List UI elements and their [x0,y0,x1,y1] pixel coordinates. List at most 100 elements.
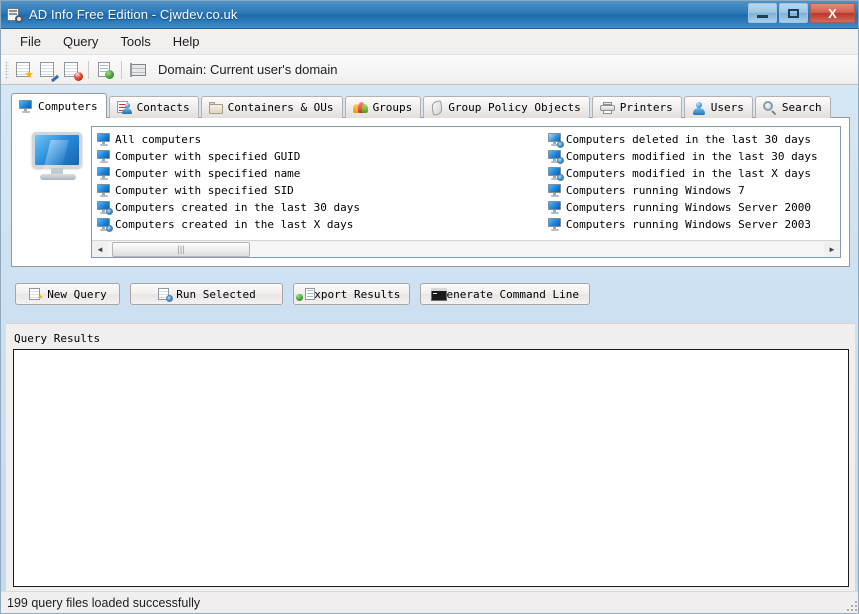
run-selected-button-label: Run Selected [176,287,256,301]
list-item-label: Computers modified in the last 30 days [565,150,818,163]
new-query-icon: ★ [15,61,34,80]
list-item[interactable]: All computers [95,131,546,148]
toolbar-delete-query-button[interactable] [60,58,84,82]
maximize-icon [788,8,799,18]
monitor-icon [97,167,111,180]
scrollbar-grip: ||| [177,244,185,254]
user-icon [692,101,706,115]
edit-query-icon [39,61,60,82]
list-item[interactable]: Computers modified in the last X days [546,165,840,182]
tab-search-label: Search [781,101,822,114]
tab-strip: Computers Contacts Containers & OUs Grou… [11,93,850,118]
tab-search[interactable]: Search [754,96,831,118]
maximize-button[interactable] [779,3,808,23]
resize-grip[interactable] [843,597,857,611]
list-item[interactable]: Computers running Windows Server 2003 [546,216,840,233]
tab-groups-label: Groups [372,101,413,114]
tab-contacts[interactable]: Contacts [108,96,199,118]
monitor-icon [547,218,562,231]
query-results-group: Query Results [6,323,855,595]
delete-query-icon [63,61,83,81]
list-item[interactable]: Computers running Windows 7 [546,182,840,199]
toolbar-export-button[interactable] [93,58,117,82]
tab-host: Computers Contacts Containers & OUs Grou… [11,93,850,267]
monitor-icon [97,184,111,197]
new-query-icon: ★ [28,287,43,302]
title-bar[interactable]: AD Info Free Edition - Cjwdev.co.uk X [1,1,858,29]
query-list-box[interactable]: All computers Computer with specified GU… [91,126,841,258]
contact-card-icon [116,101,132,114]
horizontal-scrollbar[interactable]: ◄ ||| ► [92,240,840,257]
list-item[interactable]: Computers created in the last 30 days [95,199,546,216]
monitor-badge-icon [547,167,564,181]
menu-item-tools[interactable]: Tools [109,31,161,52]
list-item[interactable]: Computers running Windows Server 2000 [546,199,840,216]
tab-group-policy-objects-label: Group Policy Objects [448,101,581,114]
generate-command-line-button[interactable]: Generate Command Line [420,283,590,305]
scroll-right-arrow[interactable]: ► [824,241,840,257]
export-results-button[interactable]: Export Results [293,283,410,305]
menu-item-query[interactable]: Query [52,31,109,52]
window-title: AD Info Free Edition - Cjwdev.co.uk [29,7,238,22]
monitor-badge-icon [547,150,564,164]
toolbar-edit-query-button[interactable] [36,58,60,82]
minimize-button[interactable] [748,3,777,23]
scroll-icon [431,99,444,116]
run-query-icon [157,287,174,302]
query-list-column-2: Computers deleted in the last 30 days Co… [546,131,840,233]
status-text: 199 query files loaded successfully [7,595,201,610]
list-item-label: Computer with specified SID [115,184,294,197]
groups-icon [352,101,368,114]
toolbar-separator [88,60,89,79]
list-item[interactable]: Computer with specified GUID [95,148,546,165]
tab-computers-label: Computers [38,99,98,113]
scroll-left-arrow[interactable]: ◄ [92,241,108,257]
list-item-label: Computers modified in the last X days [565,167,811,180]
export-results-icon [96,61,114,79]
list-item[interactable]: Computer with specified name [95,165,546,182]
menu-item-help[interactable]: Help [162,31,211,52]
close-button[interactable]: X [810,3,855,23]
toolbar-separator-2 [121,60,122,79]
tab-users[interactable]: Users [683,96,753,118]
list-item[interactable]: Computers deleted in the last 30 days [546,131,840,148]
command-line-icon [431,287,447,301]
query-list-columns: All computers Computer with specified GU… [92,127,840,233]
monitor-icon [19,99,33,113]
query-results-area[interactable] [13,349,849,587]
action-button-bar: ★ New Query Run Selected Export Results … [15,283,590,305]
status-bar: 199 query files loaded successfully [1,591,858,613]
menu-item-file[interactable]: File [9,31,52,52]
tab-groups[interactable]: Groups [344,96,422,118]
list-item[interactable]: Computers created in the last X days [95,216,546,233]
search-icon [762,100,777,115]
run-selected-button[interactable]: Run Selected [130,283,283,305]
window-controls: X [748,3,855,23]
toolbar-select-domain-button[interactable] [126,58,150,82]
tab-printers[interactable]: Printers [591,96,682,118]
list-item[interactable]: Computers modified in the last 30 days [546,148,840,165]
toolbar-new-query-button[interactable]: ★ [12,58,36,82]
new-query-button[interactable]: ★ New Query [15,283,120,305]
folder-icon [208,101,223,114]
list-item[interactable]: Computer with specified SID [95,182,546,199]
computer-monitor-graphic [26,130,88,182]
list-item-label: Computers created in the last X days [115,218,354,231]
tab-containers-ous[interactable]: Containers & OUs [200,96,343,118]
tab-users-label: Users [710,101,744,114]
scrollbar-thumb[interactable]: ||| [112,241,250,257]
menu-bar: File Query Tools Help [1,29,858,55]
close-icon: X [828,5,837,21]
list-item-label: Computers created in the last 30 days [115,201,361,214]
application-window: AD Info Free Edition - Cjwdev.co.uk X Fi… [0,0,859,614]
tab-containers-ous-label: Containers & OUs [227,101,334,114]
computers-tab-panel: All computers Computer with specified GU… [11,117,850,267]
toolbar-grip[interactable] [5,60,9,79]
tab-group-policy-objects[interactable]: Group Policy Objects [423,96,590,118]
tab-computers[interactable]: Computers [11,93,107,118]
list-item-label: Computer with specified GUID [115,150,301,163]
generate-command-line-button-label: Generate Command Line [439,287,579,301]
tab-printers-label: Printers [619,101,673,114]
list-item-label: Computers running Windows Server 2000 [565,201,811,214]
scrollbar-track[interactable]: ||| [108,241,824,257]
